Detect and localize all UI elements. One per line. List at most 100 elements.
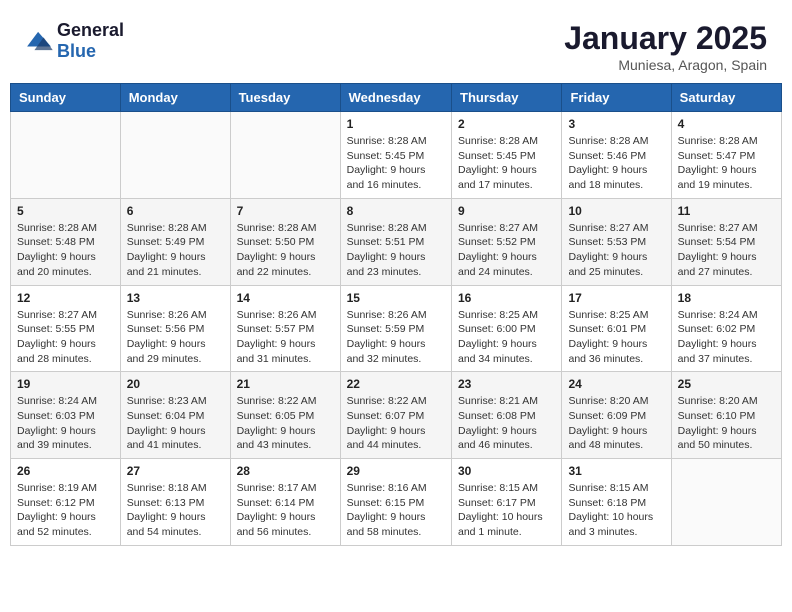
location: Muniesa, Aragon, Spain [564,57,767,73]
weekday-header-monday: Monday [120,84,230,112]
day-info: Sunrise: 8:20 AM Sunset: 6:09 PM Dayligh… [568,394,664,453]
day-info: Sunrise: 8:28 AM Sunset: 5:45 PM Dayligh… [458,134,555,193]
day-info: Sunrise: 8:15 AM Sunset: 6:17 PM Dayligh… [458,481,555,540]
day-info: Sunrise: 8:25 AM Sunset: 6:00 PM Dayligh… [458,308,555,367]
day-cell-7: 7 Sunrise: 8:28 AM Sunset: 5:50 PM Daylig… [230,198,340,285]
day-number: 12 [17,291,114,305]
day-number: 23 [458,377,555,391]
day-number: 27 [127,464,224,478]
day-number: 21 [237,377,334,391]
empty-cell [11,112,121,199]
day-cell-5: 5Sunrise: 8:28 AM Sunset: 5:48 PM Daylig… [11,198,121,285]
day-info: Sunrise: 8:24 AM Sunset: 6:03 PM Dayligh… [17,394,114,453]
day-info: Sunrise: 8:28 AM Sunset: 5:51 PM Dayligh… [347,221,445,280]
week-row-5: 26 Sunrise: 8:19 AM Sunset: 6:12 PM Dayli… [11,459,782,546]
logo-icon [25,30,53,52]
day-info: Sunrise: 8:15 AM Sunset: 6:18 PM Dayligh… [568,481,664,540]
day-cell-3: 3 Sunrise: 8:28 AM Sunset: 5:46 PM Daylig… [562,112,671,199]
day-number: 9 [458,204,555,218]
day-info: Sunrise: 8:22 AM Sunset: 6:05 PM Dayligh… [237,394,334,453]
week-row-4: 19 Sunrise: 8:24 AM Sunset: 6:03 PM Dayli… [11,372,782,459]
day-cell-20: 20Sunrise: 8:23 AM Sunset: 6:04 PM Dayli… [120,372,230,459]
day-cell-26: 26 Sunrise: 8:19 AM Sunset: 6:12 PM Dayli… [11,459,121,546]
day-cell-19: 19 Sunrise: 8:24 AM Sunset: 6:03 PM Dayli… [11,372,121,459]
day-info: Sunrise: 8:28 AM Sunset: 5:47 PM Dayligh… [678,134,775,193]
day-cell-6: 6 Sunrise: 8:28 AM Sunset: 5:49 PM Daylig… [120,198,230,285]
weekday-header-friday: Friday [562,84,671,112]
day-cell-11: 11Sunrise: 8:27 AM Sunset: 5:54 PM Dayli… [671,198,781,285]
day-number: 13 [127,291,224,305]
weekday-header-saturday: Saturday [671,84,781,112]
day-cell-14: 14 Sunrise: 8:26 AM Sunset: 5:57 PM Dayli… [230,285,340,372]
empty-cell [671,459,781,546]
day-number: 25 [678,377,775,391]
day-cell-30: 30Sunrise: 8:15 AM Sunset: 6:17 PM Dayli… [452,459,562,546]
day-info: Sunrise: 8:27 AM Sunset: 5:52 PM Dayligh… [458,221,555,280]
logo-blue: Blue [57,41,96,61]
day-info: Sunrise: 8:19 AM Sunset: 6:12 PM Dayligh… [17,481,114,540]
day-cell-8: 8 Sunrise: 8:28 AM Sunset: 5:51 PM Daylig… [340,198,451,285]
logo-text: General Blue [57,20,124,62]
day-info: Sunrise: 8:27 AM Sunset: 5:55 PM Dayligh… [17,308,114,367]
calendar: SundayMondayTuesdayWednesdayThursdayFrid… [10,83,782,546]
day-cell-29: 29 Sunrise: 8:16 AM Sunset: 6:15 PM Dayli… [340,459,451,546]
day-number: 17 [568,291,664,305]
day-cell-16: 16 Sunrise: 8:25 AM Sunset: 6:00 PM Dayli… [452,285,562,372]
day-number: 1 [347,117,445,131]
day-info: Sunrise: 8:20 AM Sunset: 6:10 PM Dayligh… [678,394,775,453]
day-number: 18 [678,291,775,305]
month-title: January 2025 [564,20,767,57]
day-cell-1: 1 Sunrise: 8:28 AM Sunset: 5:45 PM Daylig… [340,112,451,199]
day-cell-9: 9 Sunrise: 8:27 AM Sunset: 5:52 PM Daylig… [452,198,562,285]
day-info: Sunrise: 8:18 AM Sunset: 6:13 PM Dayligh… [127,481,224,540]
day-info: Sunrise: 8:26 AM Sunset: 5:59 PM Dayligh… [347,308,445,367]
day-info: Sunrise: 8:22 AM Sunset: 6:07 PM Dayligh… [347,394,445,453]
weekday-header-wednesday: Wednesday [340,84,451,112]
day-info: Sunrise: 8:26 AM Sunset: 5:57 PM Dayligh… [237,308,334,367]
day-number: 7 [237,204,334,218]
week-row-1: 1 Sunrise: 8:28 AM Sunset: 5:45 PM Daylig… [11,112,782,199]
day-info: Sunrise: 8:17 AM Sunset: 6:14 PM Dayligh… [237,481,334,540]
day-number: 6 [127,204,224,218]
day-number: 14 [237,291,334,305]
day-number: 16 [458,291,555,305]
day-info: Sunrise: 8:16 AM Sunset: 6:15 PM Dayligh… [347,481,445,540]
day-cell-24: 24 Sunrise: 8:20 AM Sunset: 6:09 PM Dayli… [562,372,671,459]
day-number: 19 [17,377,114,391]
day-number: 26 [17,464,114,478]
day-info: Sunrise: 8:28 AM Sunset: 5:45 PM Dayligh… [347,134,445,193]
day-number: 22 [347,377,445,391]
day-number: 3 [568,117,664,131]
day-cell-18: 18Sunrise: 8:24 AM Sunset: 6:02 PM Dayli… [671,285,781,372]
day-number: 24 [568,377,664,391]
day-cell-4: 4Sunrise: 8:28 AM Sunset: 5:47 PM Daylig… [671,112,781,199]
day-cell-15: 15Sunrise: 8:26 AM Sunset: 5:59 PM Dayli… [340,285,451,372]
logo: General Blue [25,20,124,62]
day-cell-12: 12 Sunrise: 8:27 AM Sunset: 5:55 PM Dayli… [11,285,121,372]
day-number: 8 [347,204,445,218]
weekday-header-row: SundayMondayTuesdayWednesdayThursdayFrid… [11,84,782,112]
day-cell-28: 28Sunrise: 8:17 AM Sunset: 6:14 PM Dayli… [230,459,340,546]
logo-general: General [57,20,124,40]
day-info: Sunrise: 8:25 AM Sunset: 6:01 PM Dayligh… [568,308,664,367]
day-number: 10 [568,204,664,218]
day-info: Sunrise: 8:27 AM Sunset: 5:53 PM Dayligh… [568,221,664,280]
day-info: Sunrise: 8:28 AM Sunset: 5:50 PM Dayligh… [237,221,334,280]
day-cell-17: 17 Sunrise: 8:25 AM Sunset: 6:01 PM Dayli… [562,285,671,372]
week-row-2: 5Sunrise: 8:28 AM Sunset: 5:48 PM Daylig… [11,198,782,285]
page-header: General Blue January 2025 Muniesa, Arago… [10,10,782,78]
day-cell-23: 23Sunrise: 8:21 AM Sunset: 6:08 PM Dayli… [452,372,562,459]
day-cell-10: 10 Sunrise: 8:27 AM Sunset: 5:53 PM Dayli… [562,198,671,285]
week-row-3: 12 Sunrise: 8:27 AM Sunset: 5:55 PM Dayli… [11,285,782,372]
day-cell-22: 22 Sunrise: 8:22 AM Sunset: 6:07 PM Dayli… [340,372,451,459]
weekday-header-thursday: Thursday [452,84,562,112]
day-cell-2: 2 Sunrise: 8:28 AM Sunset: 5:45 PM Daylig… [452,112,562,199]
day-info: Sunrise: 8:28 AM Sunset: 5:49 PM Dayligh… [127,221,224,280]
day-number: 29 [347,464,445,478]
day-number: 2 [458,117,555,131]
day-cell-31: 31Sunrise: 8:15 AM Sunset: 6:18 PM Dayli… [562,459,671,546]
day-cell-13: 13Sunrise: 8:26 AM Sunset: 5:56 PM Dayli… [120,285,230,372]
day-info: Sunrise: 8:28 AM Sunset: 5:46 PM Dayligh… [568,134,664,193]
day-info: Sunrise: 8:28 AM Sunset: 5:48 PM Dayligh… [17,221,114,280]
day-info: Sunrise: 8:27 AM Sunset: 5:54 PM Dayligh… [678,221,775,280]
